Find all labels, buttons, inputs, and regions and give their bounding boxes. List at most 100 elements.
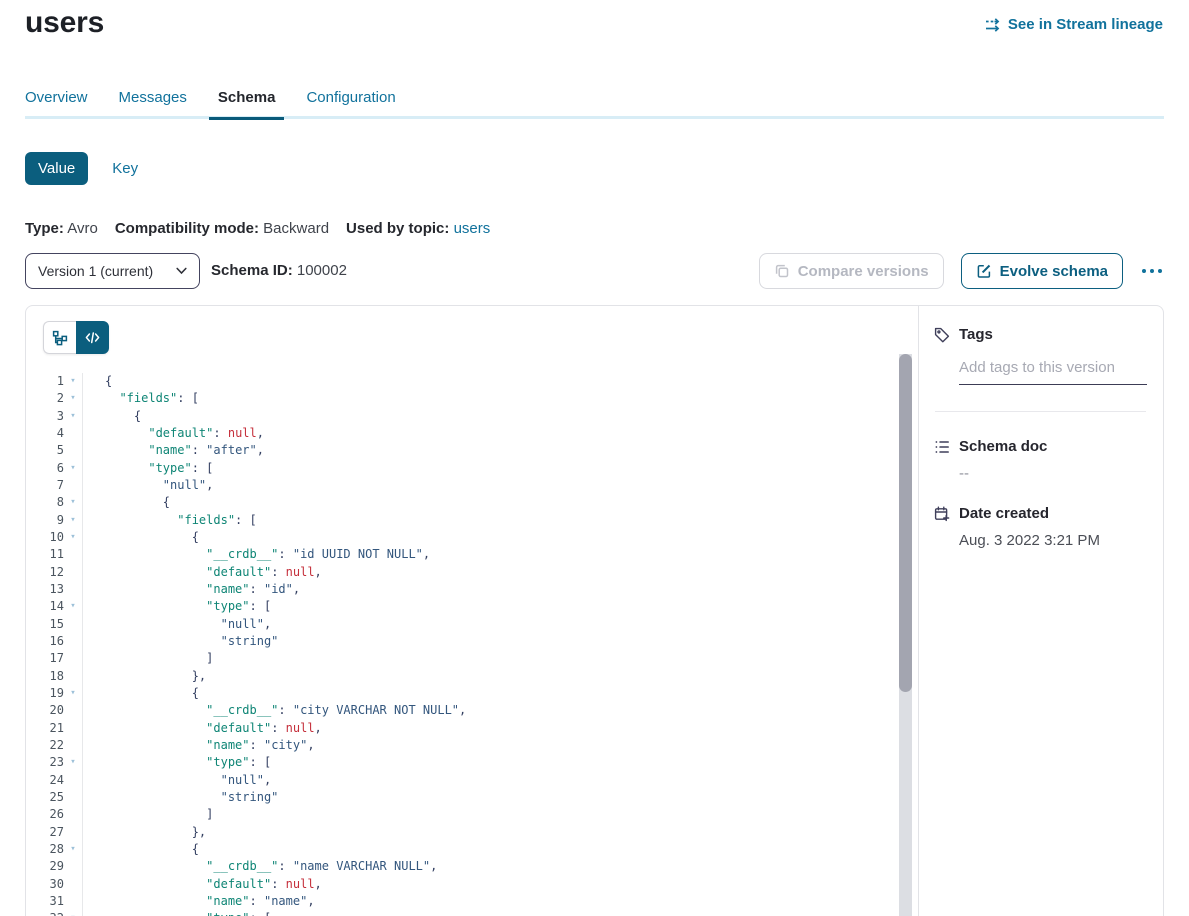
code-text: }, [83,824,206,841]
editor-view-toggle [43,321,109,354]
date-created-section: Date created Aug. 3 2022 3:21 PM [934,505,1147,549]
stream-lineage-link[interactable]: See in Stream lineage [984,16,1163,33]
tab-overview[interactable]: Overview [25,89,88,120]
key-toggle-button[interactable]: Key [112,160,138,177]
code-text: { [83,408,141,425]
fold-toggle-icon[interactable]: ▾ [64,460,83,477]
code-view-button[interactable] [76,321,109,354]
line-number: 11 [26,546,64,563]
code-brackets-icon [85,332,100,344]
line-number: 10 [26,529,64,546]
tab-messages[interactable]: Messages [119,89,187,120]
line-number: 1 [26,373,64,390]
fold-toggle-icon[interactable]: ▾ [64,512,83,529]
meta-type: Type: Avro [25,220,98,237]
code-line: 8▾ { [26,494,918,511]
line-number: 9 [26,512,64,529]
line-number: 21 [26,720,64,737]
version-select[interactable]: Version 1 (current) [25,253,200,289]
add-tags-input[interactable] [959,359,1147,385]
page-title: users [25,6,104,40]
code-text: "__crdb__": "id UUID NOT NULL", [83,546,430,563]
code-text: { [83,494,170,511]
code-text: "__crdb__": "name VARCHAR NULL", [83,858,437,875]
code-text: "string" [83,633,278,650]
code-line: 4 "default": null, [26,425,918,442]
fold-spacer [64,737,83,754]
code-line: 30 "default": null, [26,876,918,893]
bulleted-list-icon [934,439,950,455]
code-line: 24 "null", [26,772,918,789]
code-text: "default": null, [83,564,322,581]
fold-spacer [64,772,83,789]
fold-toggle-icon[interactable]: ▾ [64,910,83,916]
code-line: 2▾ "fields": [ [26,390,918,407]
code-editor[interactable]: 1▾{2▾ "fields": [3▾ {4 "default": null,5… [26,373,918,916]
fold-toggle-icon[interactable]: ▾ [64,373,83,390]
hierarchy-tree-icon [52,330,68,346]
tree-view-button[interactable] [43,321,76,354]
tab-configuration[interactable]: Configuration [306,89,395,120]
code-text: ] [83,806,213,823]
line-number: 8 [26,494,64,511]
compare-versions-icon [774,263,790,279]
tab-schema[interactable]: Schema [209,89,285,120]
fold-toggle-icon[interactable]: ▾ [64,494,83,511]
fold-toggle-icon[interactable]: ▾ [64,685,83,702]
code-line: 16 "string" [26,633,918,650]
code-line: 5 "name": "after", [26,442,918,459]
ellipsis-icon [1142,269,1146,273]
code-text: "null", [83,616,271,633]
code-text: "fields": [ [83,390,199,407]
fold-toggle-icon[interactable]: ▾ [64,754,83,771]
evolve-schema-button[interactable]: Evolve schema [961,253,1123,289]
fold-spacer [64,720,83,737]
fold-toggle-icon[interactable]: ▾ [64,408,83,425]
value-toggle-button[interactable]: Value [25,152,88,185]
line-number: 27 [26,824,64,841]
code-line: 10▾ { [26,529,918,546]
fold-spacer [64,546,83,563]
fold-toggle-icon[interactable]: ▾ [64,598,83,615]
compare-versions-button[interactable]: Compare versions [759,253,944,289]
fold-toggle-icon[interactable]: ▾ [64,390,83,407]
more-options-button[interactable] [1140,263,1164,279]
code-line: 12 "default": null, [26,564,918,581]
code-text: }, [83,668,206,685]
fold-toggle-icon[interactable]: ▾ [64,841,83,858]
line-number: 26 [26,806,64,823]
meta-compatibility-mode: Compatibility mode: Backward [115,220,329,237]
code-line: 13 "name": "id", [26,581,918,598]
code-line: 7 "null", [26,477,918,494]
code-text: "null", [83,477,213,494]
version-select-value: Version 1 (current) [38,263,176,279]
code-text: ] [83,650,213,667]
code-text: "type": [ [83,598,271,615]
fold-toggle-icon[interactable]: ▾ [64,529,83,546]
schema-id: Schema ID: 100002 [211,262,347,279]
fold-spacer [64,633,83,650]
line-number: 2 [26,390,64,407]
code-line: 20 "__crdb__": "city VARCHAR NOT NULL", [26,702,918,719]
line-number: 31 [26,893,64,910]
editor-scrollbar-thumb[interactable] [899,354,912,692]
tab-bar: Overview Messages Schema Configuration [25,89,427,120]
code-line: 3▾ { [26,408,918,425]
tag-icon [934,327,950,343]
code-line: 14▾ "type": [ [26,598,918,615]
evolve-schema-icon [976,263,992,279]
line-number: 25 [26,789,64,806]
code-line: 18 }, [26,668,918,685]
code-line: 19▾ { [26,685,918,702]
line-number: 23 [26,754,64,771]
line-number: 20 [26,702,64,719]
schema-doc-value: -- [959,465,1147,482]
code-line: 28▾ { [26,841,918,858]
editor-scrollbar-track[interactable] [899,354,912,916]
schema-panel: 1▾{2▾ "fields": [3▾ {4 "default": null,5… [25,305,1164,916]
topic-users-link[interactable]: users [454,220,491,237]
meta-used-by-topic: Used by topic: users [346,220,490,237]
fold-spacer [64,442,83,459]
fold-spacer [64,650,83,667]
code-line: 9▾ "fields": [ [26,512,918,529]
